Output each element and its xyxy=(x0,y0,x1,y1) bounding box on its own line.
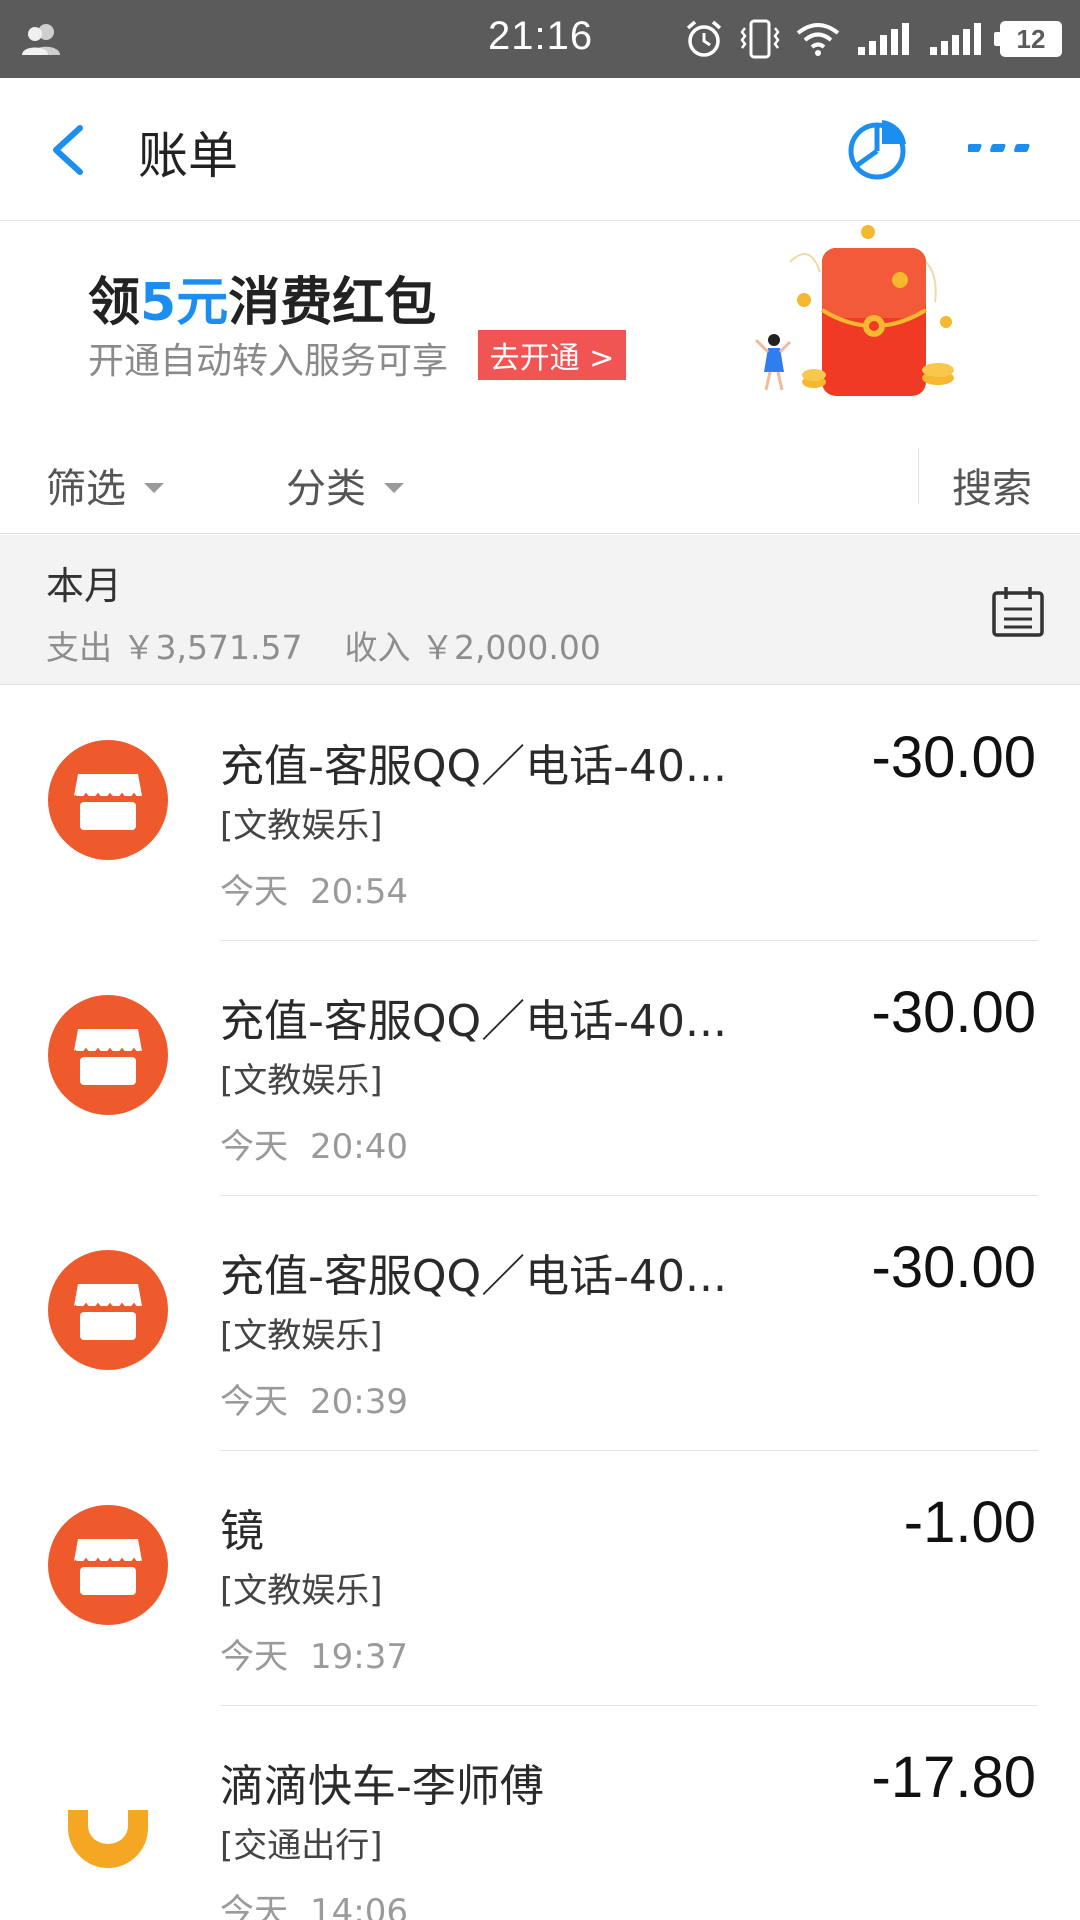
transaction-amount: -30.00 xyxy=(871,1235,1036,1300)
list-item[interactable]: 充值-客服QQ／电话-40... [文教娱乐] 今天 20:54 -30.00 xyxy=(0,686,1080,941)
caret-down-icon xyxy=(144,483,164,493)
banner-title-highlight: 5元 xyxy=(140,273,229,333)
transaction-amount: -17.80 xyxy=(871,1745,1036,1810)
shop-icon xyxy=(48,740,168,860)
vibrate-icon xyxy=(740,19,780,59)
battery-level: 12 xyxy=(1016,23,1046,54)
divider xyxy=(918,448,919,504)
banner-subtitle: 开通自动转入服务可享 xyxy=(88,341,449,382)
search-button[interactable]: 搜索 xyxy=(952,456,1032,514)
red-envelope-illustration xyxy=(754,225,954,396)
transaction-day: 今天 xyxy=(220,1892,288,1920)
transaction-clock: 19:37 xyxy=(310,1637,408,1677)
category-label: 分类 xyxy=(286,466,366,512)
category-dropdown[interactable]: 分类 xyxy=(286,456,404,514)
transaction-name: 充值-客服QQ／电话-40... xyxy=(220,741,727,792)
transaction-day: 今天 xyxy=(220,1382,288,1422)
month-expense: 支出 ￥3,571.57 xyxy=(46,628,303,667)
pie-chart-icon[interactable] xyxy=(846,118,908,180)
banner-cta-button[interactable]: 去开通 > xyxy=(478,330,626,380)
app-header: 账单 xyxy=(0,78,1080,221)
transaction-clock: 14:06 xyxy=(310,1892,408,1920)
shop-icon xyxy=(48,1250,168,1370)
shop-icon xyxy=(48,995,168,1115)
transaction-day: 今天 xyxy=(220,872,288,912)
banner-title-suffix: 消费红包 xyxy=(228,273,437,333)
caret-down-icon xyxy=(384,483,404,493)
transaction-list: 充值-客服QQ／电话-40... [文教娱乐] 今天 20:54 -30.00 充… xyxy=(0,686,1080,1920)
list-item[interactable]: 充值-客服QQ／电话-40... [文教娱乐] 今天 20:40 -30.00 xyxy=(0,941,1080,1196)
transaction-day: 今天 xyxy=(220,1127,288,1167)
more-icon[interactable] xyxy=(968,138,1032,160)
transaction-name: 充值-客服QQ／电话-40... xyxy=(220,1251,727,1302)
list-item[interactable]: 滴滴快车-李师傅 [交通出行] 今天 14:06 -17.80 xyxy=(0,1706,1080,1920)
month-income: 收入 ￥2,000.00 xyxy=(344,628,601,667)
transaction-clock: 20:39 xyxy=(310,1382,408,1422)
signal-icon xyxy=(930,23,981,55)
transaction-time: 今天 19:37 xyxy=(220,1629,408,1678)
transaction-name: 镜 xyxy=(220,1506,264,1557)
filter-label: 筛选 xyxy=(46,466,126,512)
banner-title: 领5元消费红包 xyxy=(88,260,436,335)
transaction-amount: -30.00 xyxy=(871,980,1036,1045)
alarm-icon xyxy=(686,20,722,57)
transaction-name: 充值-客服QQ／电话-40... xyxy=(220,996,727,1047)
banner-title-prefix: 领 xyxy=(88,273,141,333)
battery-icon: 12 xyxy=(994,21,1062,57)
shop-icon xyxy=(48,1505,168,1625)
wifi-icon xyxy=(796,23,840,56)
chevron-left-icon[interactable] xyxy=(44,122,94,178)
user-icon xyxy=(22,24,60,55)
transaction-clock: 20:54 xyxy=(310,872,408,912)
transaction-clock: 20:40 xyxy=(310,1127,408,1167)
transaction-time: 今天 20:39 xyxy=(220,1374,408,1423)
status-time: 21:16 xyxy=(488,14,594,58)
transaction-category: [文教娱乐] xyxy=(220,1061,383,1101)
transaction-amount: -30.00 xyxy=(871,725,1036,790)
transaction-name: 滴滴快车-李师傅 xyxy=(220,1761,544,1812)
transaction-time: 今天 20:40 xyxy=(220,1119,408,1168)
didi-logo-icon xyxy=(48,1760,168,1880)
month-title: 本月 xyxy=(46,564,123,608)
signal-icon xyxy=(858,23,909,55)
page-title: 账单 xyxy=(138,127,238,185)
transaction-category: [文教娱乐] xyxy=(220,806,383,846)
month-summary: 本月 支出 ￥3,571.57 收入 ￥2,000.00 xyxy=(0,535,1080,685)
calendar-icon[interactable] xyxy=(990,583,1046,639)
transaction-category: [交通出行] xyxy=(220,1826,383,1866)
status-bar: 21:16 12 xyxy=(0,0,1080,78)
month-totals: 支出 ￥3,571.57 收入 ￥2,000.00 xyxy=(46,621,601,669)
filter-dropdown[interactable]: 筛选 xyxy=(46,456,164,514)
transaction-amount: -1.00 xyxy=(903,1490,1036,1555)
filter-bar: 筛选 分类 搜索 xyxy=(0,426,1080,534)
transaction-day: 今天 xyxy=(220,1637,288,1677)
transaction-category: [文教娱乐] xyxy=(220,1571,383,1611)
transaction-time: 今天 14:06 xyxy=(220,1884,408,1920)
list-item[interactable]: 充值-客服QQ／电话-40... [文教娱乐] 今天 20:39 -30.00 xyxy=(0,1196,1080,1451)
list-item[interactable]: 镜 [文教娱乐] 今天 19:37 -1.00 xyxy=(0,1451,1080,1706)
transaction-time: 今天 20:54 xyxy=(220,864,408,913)
transaction-category: [文教娱乐] xyxy=(220,1316,383,1356)
promo-banner[interactable]: 领5元消费红包 开通自动转入服务可享 去开通 > xyxy=(0,222,1080,426)
